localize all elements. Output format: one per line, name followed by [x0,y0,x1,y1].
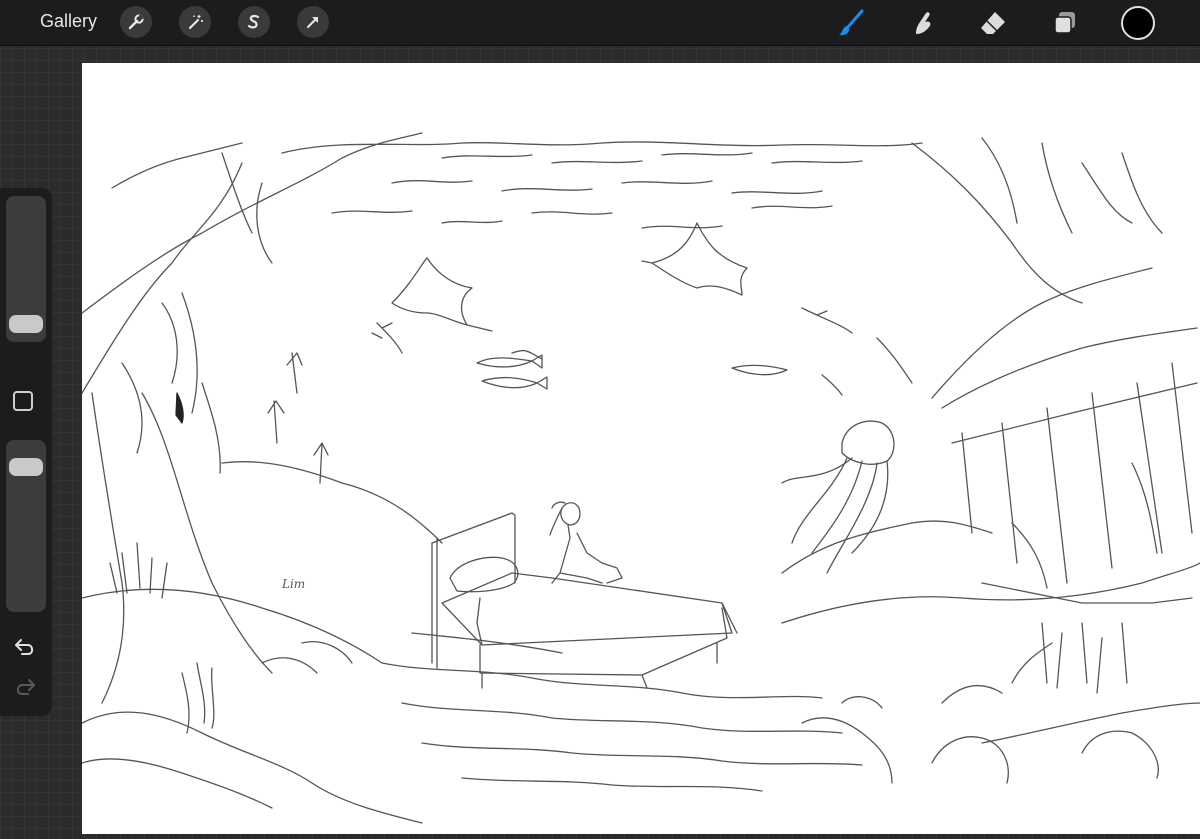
undo-button[interactable] [13,636,39,660]
color-swatch-button[interactable] [1121,6,1155,40]
smudge-finger-icon [916,12,931,34]
selection-s-icon [247,14,260,29]
left-sidebar [0,188,52,716]
modify-button[interactable] [13,391,33,411]
eraser-tool-button[interactable] [975,5,1011,41]
actions-button[interactable] [120,6,152,38]
smudge-tool-button[interactable] [905,5,941,41]
drawing-canvas[interactable]: Lim [81,63,1200,834]
artist-signature: Lim [281,577,305,591]
selection-button[interactable] [238,6,270,38]
brush-size-thumb[interactable] [9,314,43,333]
magic-wand-icon [188,15,203,30]
redo-button[interactable] [13,676,39,700]
arrow-cursor-icon [307,17,318,28]
layers-button[interactable] [1047,5,1083,41]
top-toolbar: Gallery [0,0,1200,46]
redo-arrow-icon [16,679,35,695]
wrench-icon [128,14,144,30]
line-art-drawing: Lim [81,132,1200,824]
opacity-thumb[interactable] [9,457,43,476]
opacity-slider[interactable] [6,440,46,612]
undo-arrow-icon [15,639,34,655]
paintbrush-icon [839,9,864,36]
transform-button[interactable] [297,6,329,38]
eraser-icon [981,12,1005,34]
adjustments-button[interactable] [179,6,211,38]
layers-icon [1054,12,1075,34]
brush-size-slider[interactable] [6,196,46,342]
gallery-button[interactable]: Gallery [40,11,97,32]
brush-tool-button[interactable] [833,5,869,41]
